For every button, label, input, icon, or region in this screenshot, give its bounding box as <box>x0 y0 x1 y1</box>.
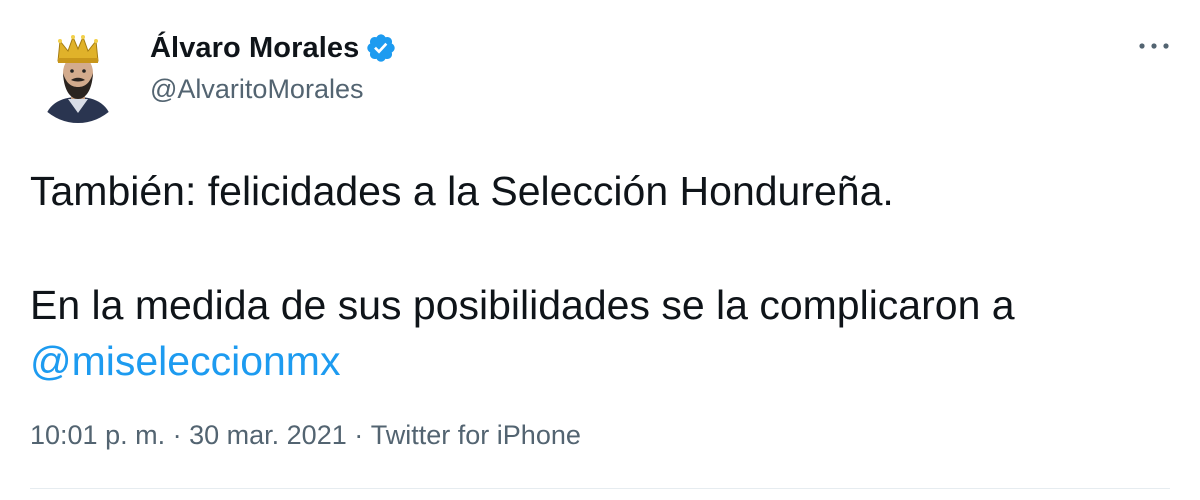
tweet-paragraph-2: En la medida de sus posibilidades se la … <box>30 277 1170 389</box>
avatar-image <box>30 27 126 123</box>
author-name-row: Álvaro Morales <box>150 30 397 66</box>
tweet-date[interactable]: 30 mar. 2021 <box>189 420 347 451</box>
tweet-card: Álvaro Morales @AlvaritoMorales También:… <box>0 0 1200 500</box>
separator-dot: · <box>172 420 182 450</box>
author-block: Álvaro Morales @AlvaritoMorales <box>150 30 397 105</box>
more-horizontal-icon[interactable] <box>1134 36 1174 56</box>
author-handle[interactable]: @AlvaritoMorales <box>150 74 397 105</box>
mention-link[interactable]: @miseleccionmx <box>30 338 340 384</box>
tweet-paragraph-1: También: felicidades a la Selección Hond… <box>30 168 894 214</box>
separator-dot: · <box>354 420 364 450</box>
meta-separator-2: · <box>347 420 371 451</box>
tweet-paragraph-2-text: En la medida de sus posibilidades se la … <box>30 282 1015 328</box>
display-name[interactable]: Álvaro Morales <box>150 32 359 65</box>
divider <box>30 488 1170 489</box>
tweet-time[interactable]: 10:01 p. m. <box>30 420 165 451</box>
tweet-source[interactable]: Twitter for iPhone <box>371 420 581 451</box>
tweet-text: También: felicidades a la Selección Hond… <box>30 163 1170 389</box>
tweet-meta: 10:01 p. m. · 30 mar. 2021 · Twitter for… <box>30 420 581 451</box>
verified-badge-icon <box>365 32 397 64</box>
avatar[interactable] <box>30 27 126 123</box>
meta-separator-1: · <box>165 420 189 451</box>
